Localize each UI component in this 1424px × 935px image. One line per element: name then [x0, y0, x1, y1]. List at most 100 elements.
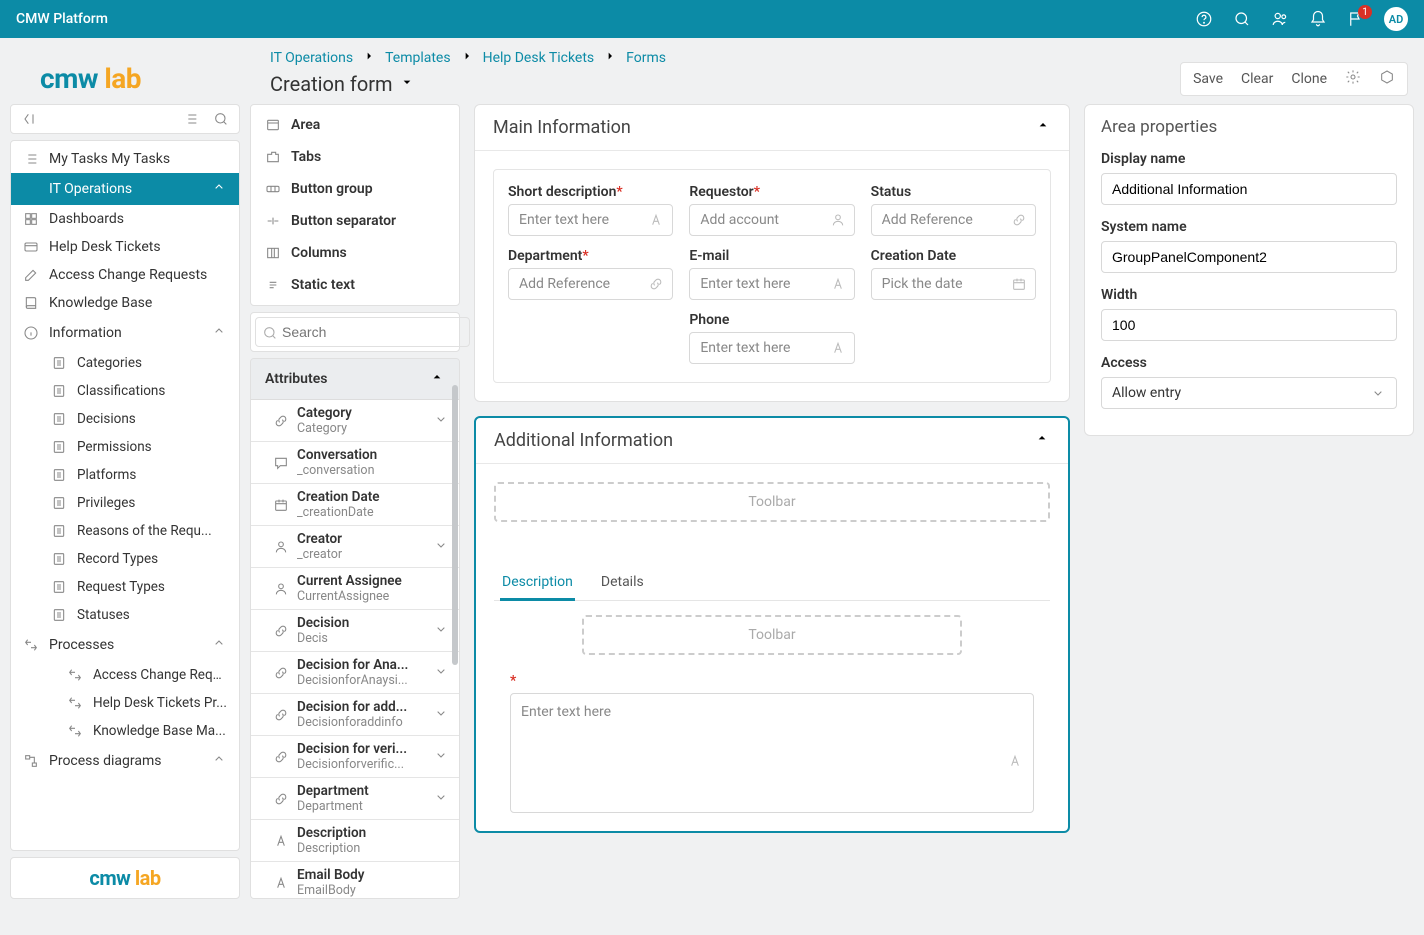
sidebar-item[interactable]: IT Operations [11, 173, 239, 205]
element-type-item[interactable]: Button group [251, 173, 459, 205]
sidebar-item[interactable]: Permissions [11, 433, 239, 461]
prop-display-name-input[interactable] [1101, 173, 1397, 205]
element-type-item[interactable]: Button separator [251, 205, 459, 237]
breadcrumb-item[interactable]: Templates [385, 50, 451, 66]
field-input[interactable]: Enter text here [689, 268, 854, 300]
toolbar-placeholder[interactable]: Toolbar [582, 615, 962, 655]
scrollbar-thumb[interactable] [452, 385, 458, 665]
field-input[interactable]: Add Reference [871, 204, 1036, 236]
sidebar-item[interactable]: Knowledge Base [11, 289, 239, 317]
sidebar-item[interactable]: Privileges [11, 489, 239, 517]
prop-system-name-input[interactable] [1101, 241, 1397, 273]
attributes-header[interactable]: Attributes [251, 359, 459, 400]
chevron-up-icon[interactable] [1034, 430, 1050, 451]
field-input[interactable]: Add Reference [508, 268, 673, 300]
area-additional-information[interactable]: Additional Information Toolbar Descripti… [474, 416, 1070, 833]
attribute-row[interactable]: Creator_creator [251, 526, 459, 568]
attribute-sysname: EmailBody [297, 883, 449, 898]
attribute-row[interactable]: Current AssigneeCurrentAssignee [251, 568, 459, 610]
sidebar-item[interactable]: Statuses [11, 601, 239, 629]
list-icon[interactable] [183, 111, 199, 127]
field-input[interactable]: Pick the date [871, 268, 1036, 300]
avatar[interactable]: AD [1384, 7, 1408, 31]
bell-icon[interactable] [1308, 9, 1328, 29]
chevron-down-icon [433, 747, 449, 767]
field-label: Requestor* [689, 184, 854, 200]
prop-width-input[interactable] [1101, 309, 1397, 341]
sidebar-item[interactable]: Platforms [11, 461, 239, 489]
chevron-down-icon [433, 663, 449, 683]
element-type-item[interactable]: Area [251, 109, 459, 141]
link-icon [273, 623, 289, 639]
sidebar-item[interactable]: Processes [11, 629, 239, 661]
doc-icon [51, 355, 67, 371]
tab-description[interactable]: Description [500, 566, 575, 601]
element-type-item[interactable]: Static text [251, 269, 459, 301]
attribute-sysname: Decisionforaddinfo [297, 715, 425, 730]
sidebar-item[interactable]: Access Change Requests [11, 261, 239, 289]
save-button[interactable]: Save [1193, 71, 1223, 87]
breadcrumb-item[interactable]: Forms [626, 50, 666, 66]
chevron-up-icon [211, 751, 227, 771]
settings-icon[interactable] [1345, 69, 1361, 89]
sidebar-item[interactable]: Classifications [11, 377, 239, 405]
attribute-sysname: DecisionforAnaysi... [297, 673, 425, 688]
attributes-panel: Attributes CategoryCategoryConversation_… [250, 358, 460, 899]
help-icon[interactable] [1194, 9, 1214, 29]
toolbar-placeholder[interactable]: Toolbar [494, 482, 1050, 522]
prop-access-select[interactable]: Allow entry [1101, 377, 1397, 409]
chevron-down-icon [433, 621, 449, 641]
sidebar-item[interactable]: Process diagrams [11, 745, 239, 777]
area-main-information[interactable]: Main Information Short description*Enter… [474, 104, 1070, 402]
people-icon[interactable] [1270, 9, 1290, 29]
attribute-row[interactable]: DepartmentDepartment [251, 778, 459, 820]
collapse-icon[interactable] [21, 111, 37, 127]
search-icon[interactable] [1232, 9, 1252, 29]
attribute-row[interactable]: Creation Date_creationDate [251, 484, 459, 526]
attribute-name: Creation Date [297, 489, 449, 505]
attribute-row[interactable]: Decision for add...Decisionforaddinfo [251, 694, 459, 736]
search-input[interactable] [256, 318, 469, 346]
hex-icon[interactable] [1379, 69, 1395, 89]
attribute-row[interactable]: Decision for veri...Decisionforverific..… [251, 736, 459, 778]
attribute-sysname: CurrentAssignee [297, 589, 449, 604]
page-title-text: Creation form [270, 72, 393, 96]
topbar: CMW Platform 1 AD [0, 0, 1424, 38]
attribute-row[interactable]: Conversation_conversation [251, 442, 459, 484]
sidebar-item[interactable]: Decisions [11, 405, 239, 433]
description-textarea[interactable]: Enter text here [510, 693, 1034, 813]
sidebar-item[interactable]: Record Types [11, 545, 239, 573]
flag-icon[interactable]: 1 [1346, 9, 1366, 29]
sidebar-item[interactable]: Help Desk Tickets Pr... [11, 689, 239, 717]
sidebar-item-label: Help Desk Tickets [49, 239, 161, 255]
clear-button[interactable]: Clear [1241, 71, 1273, 87]
sidebar-item[interactable]: Information [11, 317, 239, 349]
sidebar-item[interactable]: Reasons of the Requ... [11, 517, 239, 545]
attribute-name: Decision [297, 615, 425, 631]
sidebar-item[interactable]: Access Change Requ... [11, 661, 239, 689]
attribute-row[interactable]: Decision for Ana...DecisionforAnaysi... [251, 652, 459, 694]
sidebar-item[interactable]: Request Types [11, 573, 239, 601]
sidebar-item[interactable]: Categories [11, 349, 239, 377]
search-icon[interactable] [213, 111, 229, 127]
breadcrumb-item[interactable]: Help Desk Tickets [483, 50, 595, 66]
field-input[interactable]: Enter text here [689, 332, 854, 364]
element-type-item[interactable]: Columns [251, 237, 459, 269]
attribute-row[interactable]: DescriptionDescription [251, 820, 459, 862]
breadcrumb-item[interactable]: IT Operations [270, 50, 353, 66]
clone-button[interactable]: Clone [1291, 71, 1327, 87]
sidebar-item[interactable]: Help Desk Tickets [11, 233, 239, 261]
tab-details[interactable]: Details [599, 566, 646, 600]
attribute-row[interactable]: Email BodyEmailBody [251, 862, 459, 899]
sidebar-item[interactable]: Knowledge Base Ma... [11, 717, 239, 745]
chevron-up-icon[interactable] [1035, 117, 1051, 138]
field-input[interactable]: Enter text here [508, 204, 673, 236]
element-type-item[interactable]: Tabs [251, 141, 459, 173]
attribute-row[interactable]: DecisionDecis [251, 610, 459, 652]
attribute-row[interactable]: CategoryCategory [251, 400, 459, 442]
page-title[interactable]: Creation form [270, 72, 1156, 96]
sidebar-item[interactable]: My Tasks My Tasks [11, 145, 239, 173]
field-input[interactable]: Add account [689, 204, 854, 236]
sidebar-item-label: Permissions [77, 439, 152, 455]
sidebar-item[interactable]: Dashboards [11, 205, 239, 233]
